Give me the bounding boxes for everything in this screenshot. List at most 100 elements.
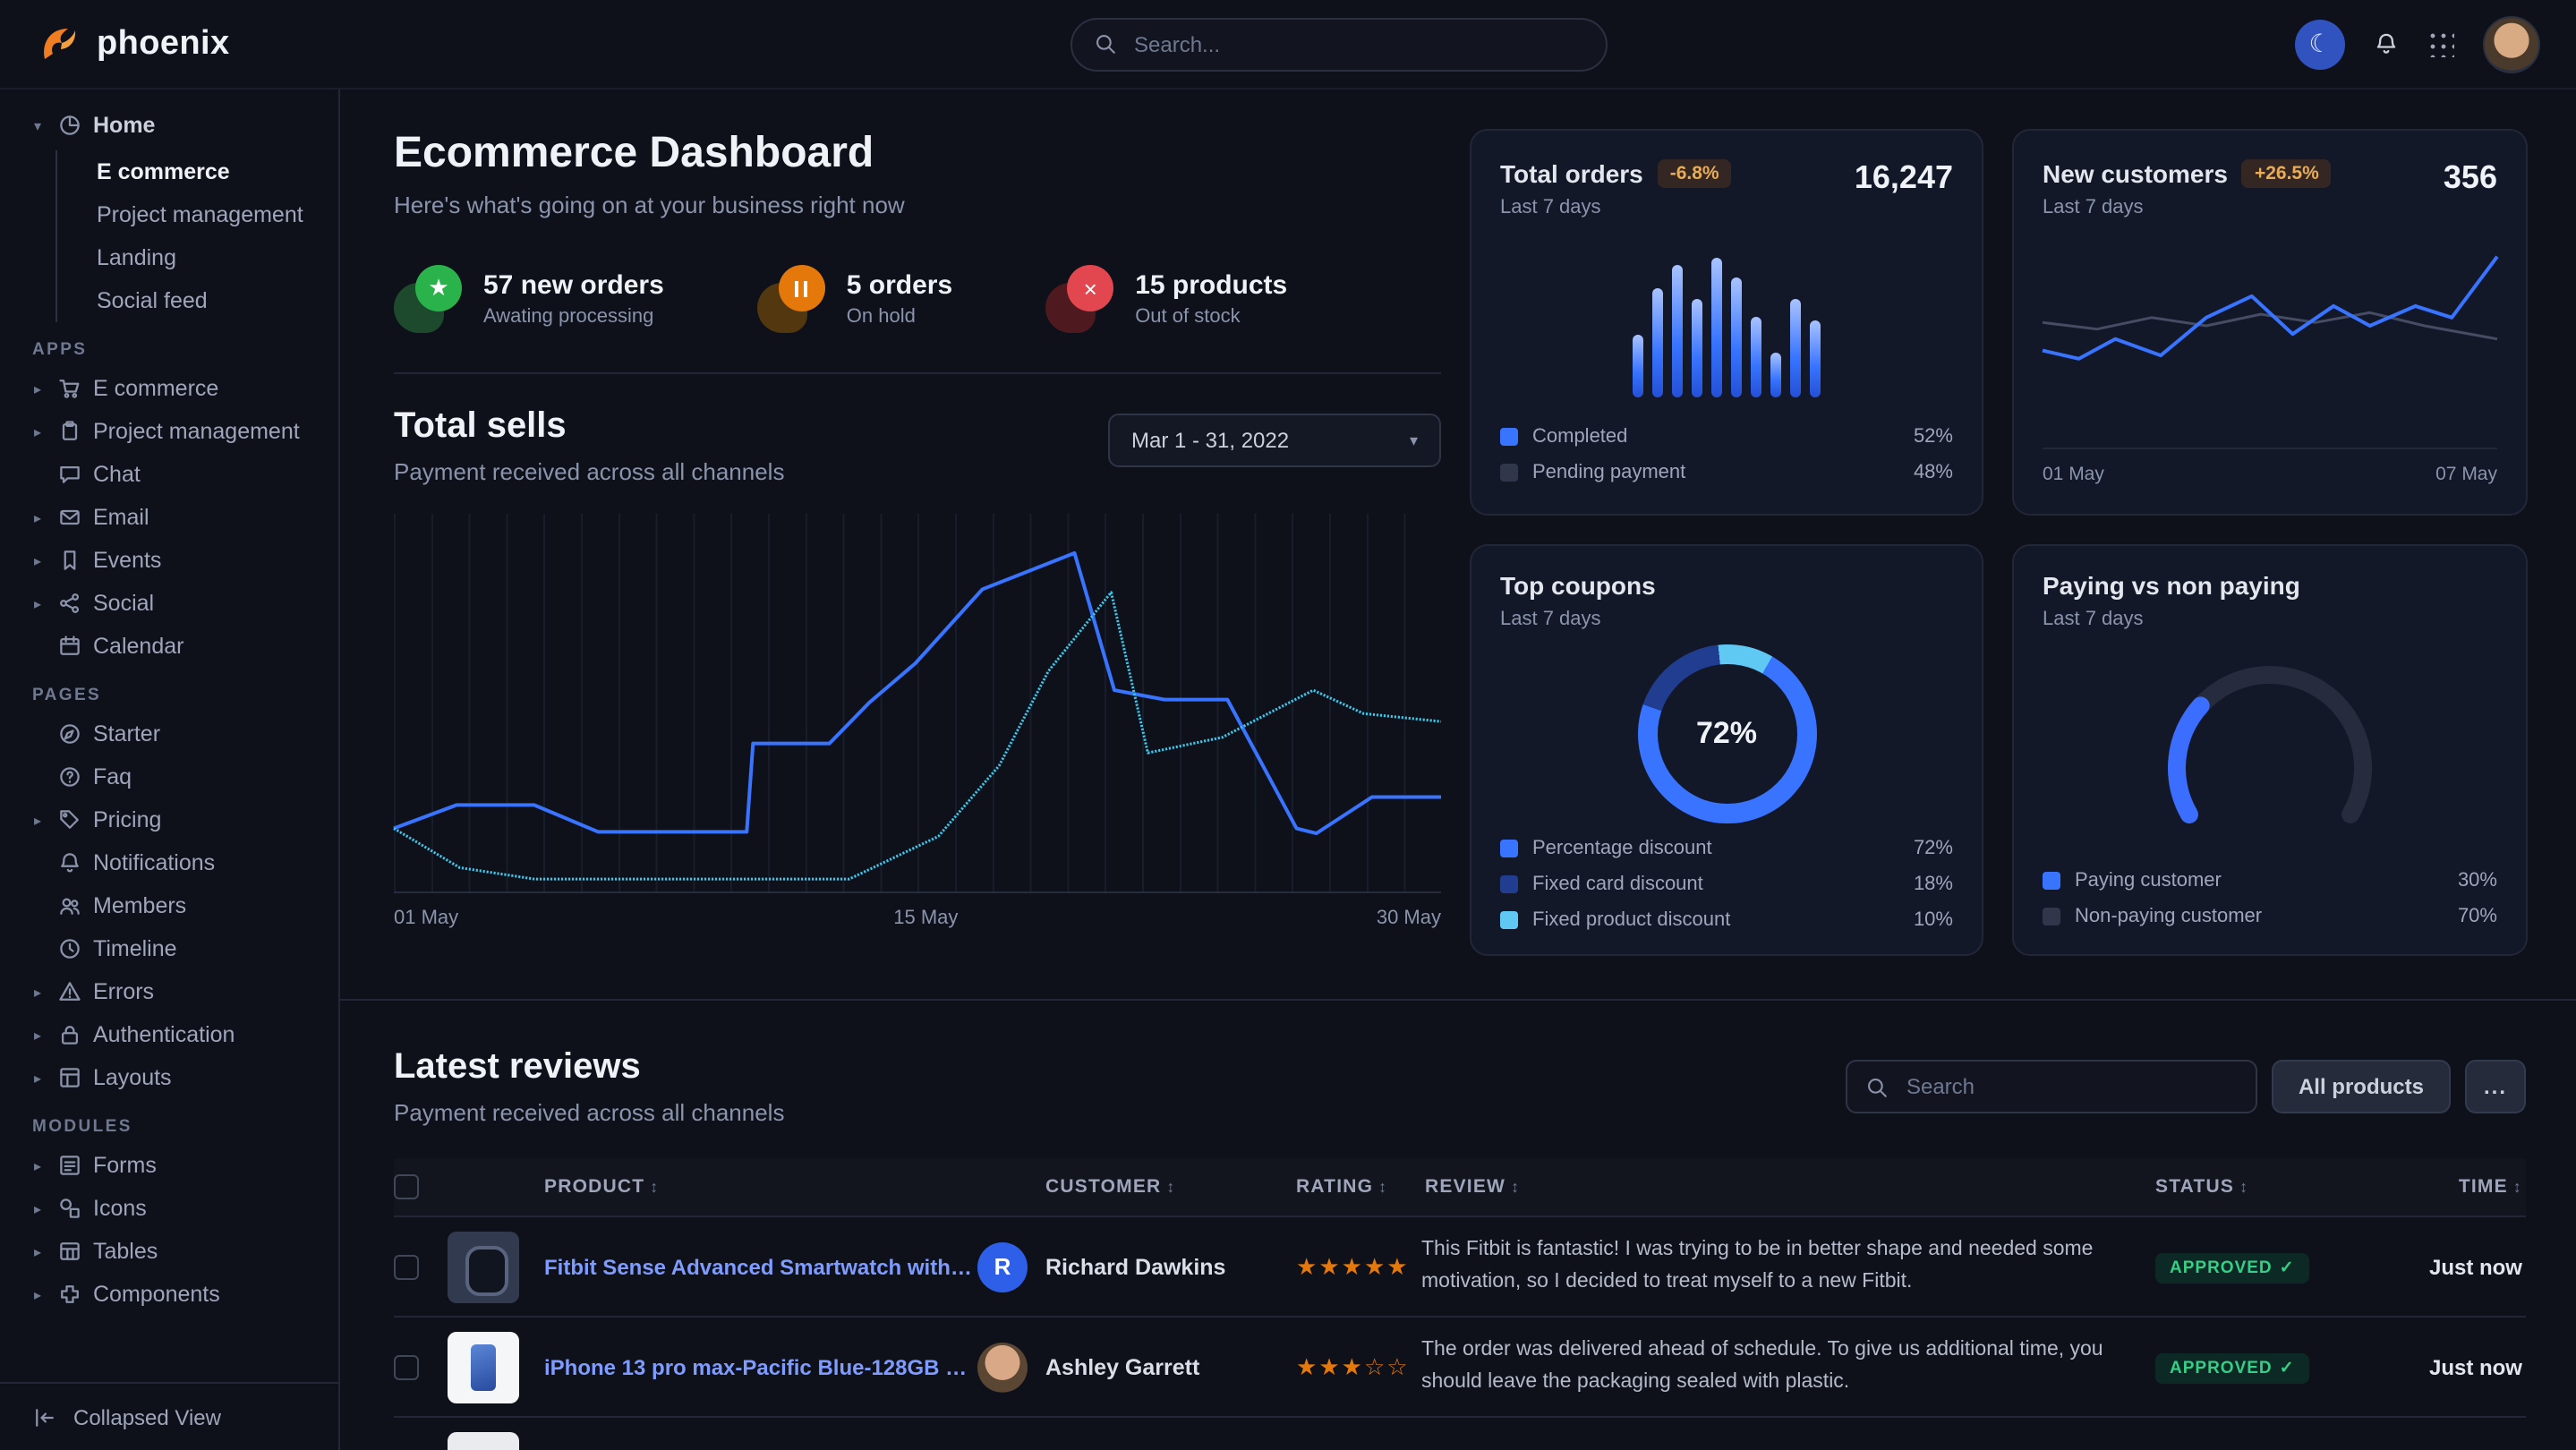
stat-new-orders: ★ 57 new orders Awating processing: [394, 265, 664, 333]
user-avatar[interactable]: [2483, 15, 2540, 72]
order-bar: [1770, 353, 1781, 397]
stat-caption: Awating processing: [483, 306, 664, 328]
date-range-select[interactable]: Mar 1 - 31, 2022 ▾: [1108, 414, 1441, 467]
sidebar-item-forms[interactable]: ▸Forms: [18, 1144, 324, 1187]
card-title: New customers: [2043, 159, 2228, 188]
sidebar-item-tables[interactable]: ▸Tables: [18, 1230, 324, 1273]
order-bar: [1652, 288, 1663, 397]
card-title: Paying vs non paying: [2043, 571, 2300, 600]
legend-label: Pending payment: [1532, 461, 1685, 482]
search-input[interactable]: [1130, 30, 1583, 58]
chevron-right-icon: ▸: [29, 380, 47, 397]
column-header-customer[interactable]: CUSTOMER↕: [977, 1176, 1264, 1198]
apps-grid-icon[interactable]: [2427, 30, 2454, 57]
collapse-view-button[interactable]: Collapsed View: [0, 1382, 338, 1450]
sidebar-item-project-management[interactable]: ▸Project management: [18, 410, 324, 453]
sidebar-item-chat[interactable]: Chat: [18, 453, 324, 496]
sidebar-subitem-project-management[interactable]: Project management: [57, 193, 324, 236]
legend-label: Fixed card discount: [1532, 873, 1703, 894]
sidebar-item-notifications[interactable]: Notifications: [18, 841, 324, 884]
sidebar-item-layouts[interactable]: ▸Layouts: [18, 1056, 324, 1099]
total-sells-title: Total sells: [394, 406, 784, 448]
chevron-down-icon: ▾: [1410, 431, 1418, 450]
sidebar-item-starter[interactable]: Starter: [18, 712, 324, 755]
new-customers-card: New customers +26.5% Last 7 days 356 01 …: [2012, 129, 2528, 516]
column-header-rating[interactable]: RATING↕: [1264, 1176, 1421, 1198]
star-icon: ★: [415, 265, 462, 311]
customer-name: Richard Dawkins: [1045, 1254, 1225, 1279]
product-link[interactable]: Fitbit Sense Advanced Smartwatch with To…: [544, 1254, 977, 1279]
order-bar: [1731, 277, 1742, 397]
theme-toggle-button[interactable]: ☾: [2295, 19, 2345, 69]
tag-icon: [57, 807, 82, 832]
sidebar-item-components[interactable]: ▸Components: [18, 1273, 324, 1316]
card-period: Last 7 days: [1500, 609, 1656, 630]
sidebar-subitem-e-commerce[interactable]: E commerce: [57, 150, 324, 193]
total-orders-card: Total orders -6.8% Last 7 days 16,247 Co…: [1470, 129, 1983, 516]
column-header-product[interactable]: PRODUCT↕: [448, 1176, 977, 1198]
top-navbar: phoenix ☾: [0, 0, 2576, 90]
row-checkbox[interactable]: [394, 1254, 419, 1279]
sidebar-section-label-modules: MODULES: [32, 1117, 324, 1137]
sidebar-item-events[interactable]: ▸Events: [18, 539, 324, 582]
brand-logo[interactable]: phoenix: [36, 21, 230, 67]
divider: [394, 372, 1441, 374]
sidebar-item-home[interactable]: ▾Home: [18, 104, 324, 147]
legend-value: 72%: [1914, 837, 1953, 858]
stat-orders-on-hold: 5 orders On hold: [757, 265, 952, 333]
sidebar-item-faq[interactable]: Faq: [18, 755, 324, 798]
bell-icon[interactable]: [2374, 29, 2399, 59]
status-badge: APPROVED ✓: [2155, 1353, 2309, 1384]
x-tick: 01 May: [394, 908, 458, 929]
top-coupons-card: Top coupons Last 7 days 72% Percentage d…: [1470, 544, 1983, 956]
avatar: [977, 1342, 1028, 1392]
collapse-view-label: Collapsed View: [73, 1404, 221, 1429]
sidebar-subitem-social-feed[interactable]: Social feed: [57, 279, 324, 322]
card-period: Last 7 days: [1500, 197, 1732, 218]
sidebar-subitem-landing[interactable]: Landing: [57, 236, 324, 279]
reviews-toolbar: All products ...: [1846, 1060, 2526, 1113]
select-all-checkbox[interactable]: [394, 1174, 419, 1199]
all-products-button[interactable]: All products: [2272, 1060, 2451, 1113]
users-icon: [57, 893, 82, 918]
legend-value: 52%: [1914, 425, 1953, 447]
product-thumbnail: [448, 1331, 519, 1403]
reviews-search-input[interactable]: [1903, 1072, 2238, 1101]
legend-value: 10%: [1914, 908, 1953, 930]
sidebar-item-icons[interactable]: ▸Icons: [18, 1187, 324, 1230]
order-bar: [1672, 265, 1683, 397]
review-text: The order was delivered ahead of schedul…: [1421, 1336, 2155, 1398]
column-header-review[interactable]: REVIEW↕: [1421, 1176, 2155, 1198]
product-link[interactable]: iPhone 13 pro max-Pacific Blue-128GB sto…: [544, 1354, 977, 1379]
sidebar-item-e-commerce[interactable]: ▸E commerce: [18, 367, 324, 410]
row-checkbox[interactable]: [394, 1354, 419, 1379]
chevron-down-icon: ▾: [29, 117, 47, 133]
sidebar-item-social[interactable]: ▸Social: [18, 582, 324, 625]
sidebar-item-members[interactable]: Members: [18, 884, 324, 927]
sidebar-item-calendar[interactable]: Calendar: [18, 625, 324, 668]
x-tick: 01 May: [2043, 464, 2104, 485]
more-options-button[interactable]: ...: [2465, 1060, 2526, 1113]
column-header-status[interactable]: STATUS↕: [2155, 1176, 2343, 1198]
new-customers-line-chart: [2043, 243, 2497, 408]
check-icon: ✓: [2280, 1258, 2295, 1278]
legend-swatch: [1500, 910, 1518, 928]
product-thumbnail: [448, 1431, 519, 1450]
sidebar-nav: ▾HomeE commerceProject managementLanding…: [0, 90, 338, 1382]
sort-icon: ↕: [2513, 1178, 2522, 1196]
x-tick: 15 May: [893, 908, 958, 929]
sidebar-item-authentication[interactable]: ▸Authentication: [18, 1013, 324, 1056]
paying-vs-nonpaying-card: Paying vs non paying Last 7 days Paying …: [2012, 544, 2528, 956]
sort-icon: ↕: [1166, 1178, 1175, 1196]
order-bar: [1810, 320, 1821, 397]
star-icon: ★: [1364, 1252, 1386, 1279]
sidebar-item-timeline[interactable]: Timeline: [18, 927, 324, 970]
sidebar-item-email[interactable]: ▸Email: [18, 496, 324, 539]
sidebar-item-pricing[interactable]: ▸Pricing: [18, 798, 324, 841]
sidebar-item-errors[interactable]: ▸Errors: [18, 970, 324, 1013]
mail-icon: [57, 505, 82, 530]
search-icon: [1093, 32, 1116, 55]
legend-value: 18%: [1914, 873, 1953, 894]
column-header-time[interactable]: TIME↕: [2343, 1176, 2526, 1198]
reviews-title: Latest reviews: [394, 1047, 784, 1088]
